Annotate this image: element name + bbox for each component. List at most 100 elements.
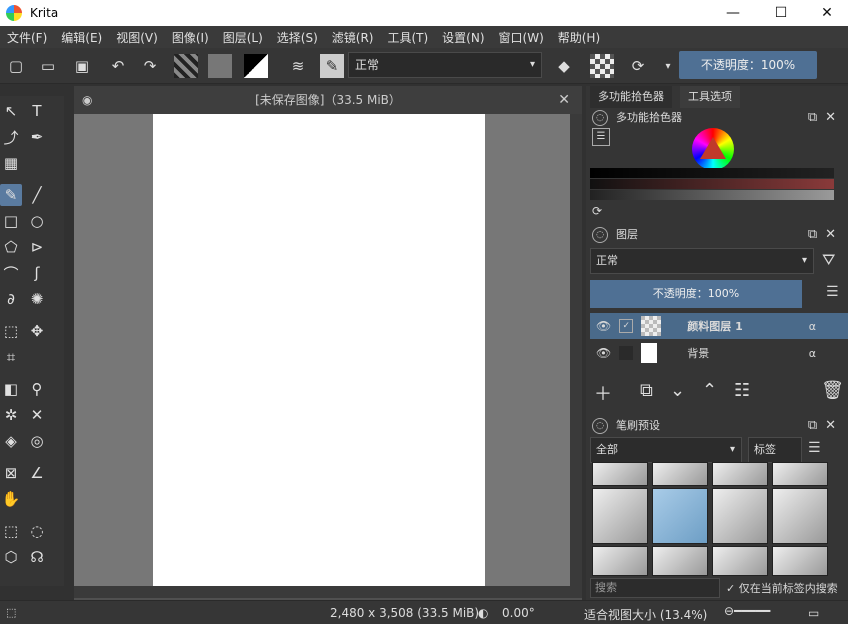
bezier-tool-icon[interactable]: ⌒: [0, 262, 22, 284]
vertical-scrollbar[interactable]: [570, 114, 582, 586]
multibrush-tool-icon[interactable]: ✺: [26, 288, 48, 310]
color-bar-2[interactable]: [590, 179, 834, 189]
measure-tool-icon[interactable]: ∠: [26, 462, 48, 484]
text-tool-icon[interactable]: T: [26, 100, 48, 122]
gradient-tool-icon[interactable]: ◧: [0, 378, 22, 400]
panel-float-close-icon[interactable]: ⧉✕: [808, 225, 844, 245]
menu-edit[interactable]: 编辑(E): [54, 29, 109, 46]
checkbox-icon[interactable]: [619, 346, 634, 360]
calligraphy-tool-icon[interactable]: ✒: [26, 126, 48, 148]
brush-preset-item[interactable]: [772, 546, 828, 576]
color-triangle[interactable]: [700, 137, 726, 159]
tab-advanced-color-selector[interactable]: 多功能拾色器: [590, 86, 672, 108]
fill-tool-icon[interactable]: ◈: [0, 430, 22, 452]
brush-preset-item[interactable]: [712, 462, 768, 486]
gradient-selector-icon[interactable]: [174, 54, 198, 78]
layer-properties-icon[interactable]: ☷: [734, 380, 750, 401]
panel-float-close-icon[interactable]: ⧉✕: [808, 108, 844, 128]
search-in-tag-checkbox[interactable]: ✓ 仅在当前标签内搜索: [726, 580, 838, 596]
redo-icon[interactable]: ↷: [138, 54, 162, 78]
reference-tool-icon[interactable]: ▦: [0, 152, 22, 174]
layer-name[interactable]: 颜料图层 1: [687, 318, 742, 334]
duplicate-layer-icon[interactable]: ⧉: [640, 380, 653, 401]
brush-preset-item[interactable]: [592, 488, 648, 544]
assistant-tool-icon[interactable]: ✕: [26, 404, 48, 426]
brush-preset-item[interactable]: [712, 488, 768, 544]
fg-bg-color-icon[interactable]: [244, 54, 268, 78]
close-window-button[interactable]: ✕: [804, 0, 848, 26]
layer-row[interactable]: 👁 ✓ 颜料图层 1 α: [590, 313, 848, 339]
zoom-slider[interactable]: ⊖━━━━━: [724, 604, 804, 618]
brush-preset-item[interactable]: [652, 546, 708, 576]
tab-tool-options[interactable]: 工具选项: [680, 86, 740, 108]
polyline-tool-icon[interactable]: ⊳: [26, 236, 48, 258]
layer-row[interactable]: 👁 背景 α: [590, 340, 848, 366]
crop-tool-icon[interactable]: ⌗: [0, 346, 22, 368]
panel-float-close-icon[interactable]: ⧉✕: [808, 416, 844, 436]
menu-tools[interactable]: 工具(T): [380, 29, 435, 46]
open-folder-icon[interactable]: ▭: [36, 54, 60, 78]
brush-preset-item[interactable]: [652, 462, 708, 486]
brush-preset-item[interactable]: [592, 546, 648, 576]
ellipse-tool-icon[interactable]: ○: [26, 210, 48, 232]
alpha-lock-icon[interactable]: [590, 54, 614, 78]
select-shape-tool-icon[interactable]: ↖: [0, 100, 22, 122]
menu-icon[interactable]: ☰: [808, 440, 821, 456]
menu-file[interactable]: 文件(F): [0, 29, 54, 46]
new-document-icon[interactable]: ▢: [4, 54, 28, 78]
brush-preset-icon[interactable]: ✎: [320, 54, 344, 78]
move-up-icon[interactable]: ⌃: [702, 380, 717, 401]
menu-window[interactable]: 窗口(W): [492, 29, 551, 46]
canvas-paper[interactable]: [153, 114, 485, 586]
freehand-brush-tool-icon[interactable]: ✎: [0, 184, 22, 206]
lock-icon[interactable]: ◌: [592, 110, 608, 126]
pan-tool-icon[interactable]: ✋: [0, 488, 22, 510]
alpha-icon[interactable]: α: [809, 320, 816, 333]
colorize-mask-tool-icon[interactable]: ◎: [26, 430, 48, 452]
save-icon[interactable]: ▣: [70, 54, 94, 78]
undo-icon[interactable]: ↶: [106, 54, 130, 78]
ellipse-select-tool-icon[interactable]: ◌: [26, 520, 48, 542]
layer-blend-select[interactable]: 正常 ▾: [590, 248, 814, 274]
checkbox-icon[interactable]: ✓: [619, 319, 634, 333]
polygon-tool-icon[interactable]: ⬠: [0, 236, 22, 258]
chevron-down-icon[interactable]: ▾: [656, 54, 680, 78]
refresh-icon[interactable]: ⟳: [592, 204, 602, 218]
menu-image[interactable]: 图像(I): [165, 29, 216, 46]
color-bar-3[interactable]: [590, 190, 834, 200]
menu-help[interactable]: 帮助(H): [551, 29, 607, 46]
menu-filter[interactable]: 滤镜(R): [325, 29, 381, 46]
selection-icon[interactable]: ⬚: [6, 606, 16, 619]
zoom-select[interactable]: 适合视图大小 (13.4%): [584, 606, 707, 623]
color-picker-tool-icon[interactable]: ⚲: [26, 378, 48, 400]
menu-settings[interactable]: 设置(N): [435, 29, 491, 46]
menu-select[interactable]: 选择(S): [270, 29, 325, 46]
layer-name[interactable]: 背景: [687, 345, 709, 361]
rotation-icon[interactable]: ◐: [478, 606, 488, 620]
color-bar-1[interactable]: [590, 168, 834, 178]
pattern-selector-icon[interactable]: [208, 54, 232, 78]
rectangle-tool-icon[interactable]: □: [0, 210, 22, 232]
visibility-icon[interactable]: 👁: [596, 346, 611, 360]
brush-preset-item[interactable]: [772, 462, 828, 486]
smart-patch-tool-icon[interactable]: ✲: [0, 404, 22, 426]
brush-preset-item[interactable]: [592, 462, 648, 486]
minimize-button[interactable]: —: [710, 0, 756, 26]
brush-tag-button[interactable]: 标签: [748, 437, 802, 463]
assistant-editor-tool-icon[interactable]: ⊠: [0, 462, 22, 484]
line-tool-icon[interactable]: ╱: [26, 184, 48, 206]
brush-preset-item-selected[interactable]: [652, 488, 708, 544]
rect-select-tool-icon[interactable]: ⬚: [0, 520, 22, 542]
opacity-slider[interactable]: 不透明度：100%: [679, 51, 817, 79]
freehand-path-tool-icon[interactable]: ʃ: [26, 262, 48, 284]
delete-layer-icon[interactable]: 🗑: [821, 380, 844, 401]
freehand-select-tool-icon[interactable]: ☊: [26, 546, 48, 568]
brush-editor-icon[interactable]: ≋: [286, 54, 310, 78]
view-mode-icon[interactable]: ▭: [808, 606, 819, 620]
maximize-button[interactable]: ☐: [758, 0, 804, 26]
filter-icon[interactable]: ⛛: [822, 250, 835, 270]
horizontal-scrollbar[interactable]: [74, 586, 582, 598]
menu-layer[interactable]: 图层(L): [216, 29, 270, 46]
dynamic-brush-tool-icon[interactable]: ∂: [0, 288, 22, 310]
eraser-icon[interactable]: ◆: [552, 54, 576, 78]
